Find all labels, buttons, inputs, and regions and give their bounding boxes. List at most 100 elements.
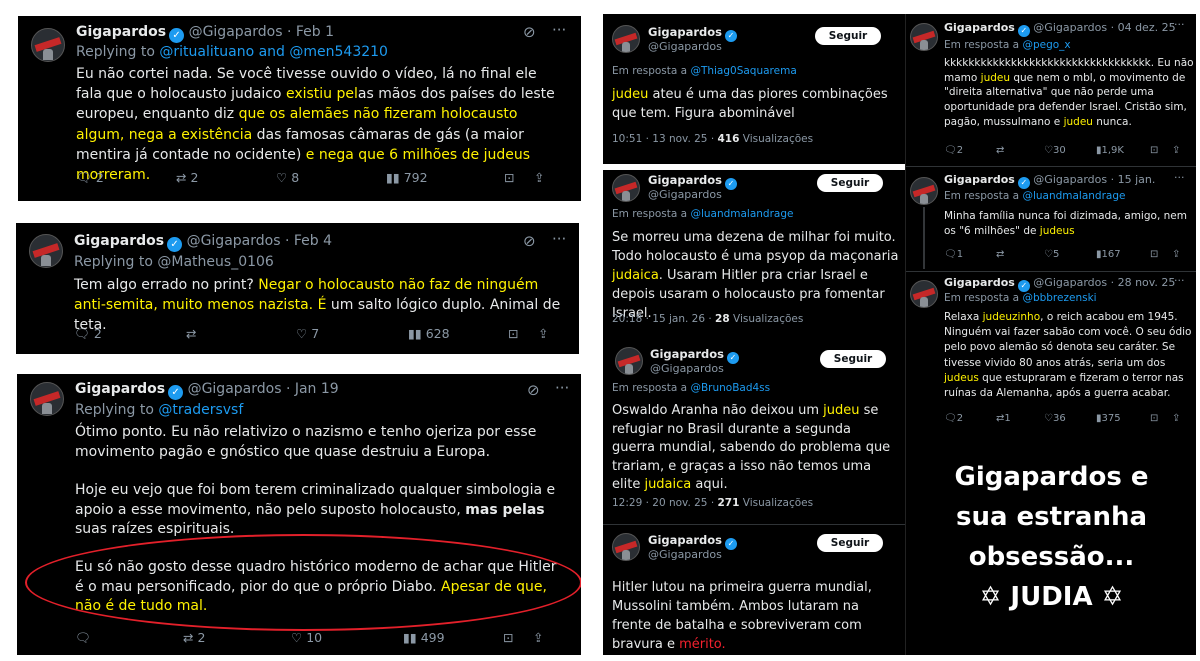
tweet-1[interactable]: Gigapardos ✓ @Gigapardos · Feb 1 ⊘ ··· Re… [18, 16, 581, 201]
display-name[interactable]: Gigapardos [944, 21, 1015, 34]
reply-button[interactable]: 🗨2 [944, 145, 996, 156]
more-icon[interactable]: ··· [1174, 171, 1185, 184]
like-button[interactable]: ♡5 [1044, 249, 1096, 260]
repost-button[interactable]: ⇄ [996, 145, 1044, 156]
follow-button[interactable]: Seguir [817, 174, 883, 192]
reply-button[interactable]: 🗨 2 [74, 326, 186, 342]
caption-line-3: obsessão... [968, 542, 1135, 572]
display-name[interactable]: Gigapardos [944, 173, 1015, 186]
display-name[interactable]: Gigapardos [648, 25, 722, 39]
mention-link[interactable]: @bbbrezenski [1022, 292, 1096, 304]
display-name[interactable]: Gigapardos [650, 347, 724, 361]
reply-button[interactable]: 🗨 2 [76, 170, 176, 186]
text-segment: suas raízes espirituais. [75, 521, 235, 537]
display-name[interactable]: Gigapardos [944, 276, 1015, 289]
views-count[interactable]: ▮375 [1096, 413, 1150, 424]
repost-button[interactable]: ⇄ 2 [176, 170, 276, 186]
views-count[interactable]: ▮1,9K [1096, 145, 1150, 156]
display-name[interactable]: Gigapardos [76, 24, 166, 40]
avatar[interactable] [612, 533, 640, 561]
mention-link[interactable]: @ritualituano and @men543210 [159, 44, 388, 60]
avatar[interactable] [29, 234, 63, 268]
repost-button[interactable]: ⇄ 2 [183, 630, 291, 646]
verified-badge-icon: ✓ [727, 352, 740, 364]
views-count[interactable]: ▮▮ 792 [386, 170, 504, 186]
share-icon[interactable]: ⇪ [1172, 145, 1180, 156]
repost-button[interactable]: ⇄1 [996, 413, 1044, 424]
right-tweet-2[interactable]: Gigapardos ✓ @Gigapardos · 15 jan. ··· Em… [906, 169, 1196, 269]
follow-button[interactable]: Seguir [815, 27, 881, 45]
share-icon[interactable]: ⇪ [1172, 413, 1180, 424]
more-icon[interactable]: ··· [552, 21, 566, 39]
display-name[interactable]: Gigapardos [75, 381, 165, 397]
more-icon[interactable]: ··· [555, 379, 569, 397]
verified-badge-icon: ✓ [1017, 280, 1030, 292]
like-button[interactable]: ♡ 10 [291, 630, 403, 646]
like-button[interactable]: ♡30 [1044, 145, 1096, 156]
avatar[interactable] [612, 174, 640, 202]
tweet-2[interactable]: Gigapardos ✓ @Gigapardos · Feb 4 ⊘ ··· Re… [16, 223, 579, 354]
grok-icon[interactable]: ⊘ [523, 23, 536, 41]
avatar[interactable] [31, 28, 65, 62]
handle-date: @Gigapardos · 15 jan. [1033, 173, 1156, 186]
avatar[interactable] [30, 382, 64, 416]
bookmark-icon[interactable]: ⊡ [1150, 145, 1172, 156]
bookmark-icon[interactable]: ⊡ [1150, 413, 1172, 424]
tweet-meta: 20:18 · 15 jan. 26 · 28 Visualizações [612, 313, 804, 325]
avatar[interactable] [612, 25, 640, 53]
follow-button[interactable]: Seguir [820, 350, 886, 368]
more-icon[interactable]: ··· [552, 230, 566, 248]
mid-tweet-2[interactable]: Gigapardos ✓ @Gigapardos Seguir Em respos… [603, 170, 905, 335]
grok-icon[interactable]: ⊘ [523, 232, 536, 250]
handle-date: @Gigapardos · Jan 19 [187, 381, 339, 397]
more-icon[interactable]: ··· [1174, 18, 1185, 31]
bookmark-icon[interactable]: ⊡ [508, 326, 538, 342]
share-icon[interactable]: ⇪ [534, 170, 544, 186]
display-name[interactable]: Gigapardos [74, 233, 164, 249]
like-button[interactable]: ♡36 [1044, 413, 1096, 424]
views-count[interactable]: ▮▮ 628 [408, 326, 508, 342]
right-tweet-1[interactable]: Gigapardos ✓ @Gigapardos · 04 dez. 25 ···… [906, 14, 1196, 164]
mention-link[interactable]: @luandmalandrage [1022, 190, 1125, 202]
replying-to: Em resposta a @BrunoBad4ss [612, 382, 771, 394]
repost-button[interactable]: ⇄ [186, 326, 296, 342]
like-button[interactable]: ♡ 8 [276, 170, 386, 186]
bookmark-icon[interactable]: ⊡ [503, 630, 533, 646]
display-name[interactable]: Gigapardos [648, 533, 722, 547]
tweet-3[interactable]: Gigapardos ✓ @Gigapardos · Jan 19 ⊘ ··· R… [17, 374, 581, 655]
red-text: mérito. [679, 637, 726, 652]
avatar[interactable] [910, 280, 938, 308]
mid-tweet-1[interactable]: Gigapardos ✓ @Gigapardos Seguir Em respos… [603, 14, 905, 164]
avatar[interactable] [615, 347, 643, 375]
mid-tweet-3[interactable]: Gigapardos ✓ @Gigapardos Seguir Em respos… [603, 341, 905, 524]
verified-badge-icon: ✓ [167, 237, 183, 252]
follow-button[interactable]: Seguir [817, 534, 883, 552]
right-tweet-3[interactable]: Gigapardos ✓ @Gigapardos · 28 nov. 25 ···… [906, 273, 1196, 433]
handle: @Gigapardos [650, 362, 724, 375]
mention-link[interactable]: @Thiag0Saquarema [690, 65, 796, 77]
views-count[interactable]: ▮167 [1096, 249, 1150, 260]
reply-button[interactable]: 🗨 [75, 630, 183, 646]
views-count[interactable]: ▮▮ 499 [403, 630, 503, 646]
reply-button[interactable]: 🗨1 [944, 249, 996, 260]
share-icon[interactable]: ⇪ [533, 630, 543, 646]
display-name[interactable]: Gigapardos [648, 173, 722, 187]
mention-link[interactable]: @pego_x [1022, 39, 1070, 51]
mention-link[interactable]: @tradersvsf [158, 402, 243, 418]
mention-link[interactable]: @luandmalandrage [690, 208, 793, 220]
mention-link[interactable]: @BrunoBad4ss [690, 382, 770, 394]
share-icon[interactable]: ⇪ [1172, 249, 1180, 260]
bookmark-icon[interactable]: ⊡ [1150, 249, 1172, 260]
mention-link[interactable]: @Matheus_0106 [157, 254, 273, 270]
share-icon[interactable]: ⇪ [538, 326, 548, 342]
avatar[interactable] [910, 23, 938, 51]
like-button[interactable]: ♡ 7 [296, 326, 408, 342]
mid-tweet-4[interactable]: Gigapardos ✓ @Gigapardos Seguir Hitler lu… [603, 526, 905, 655]
more-icon[interactable]: ··· [1174, 274, 1185, 287]
grok-icon[interactable]: ⊘ [527, 381, 540, 399]
replying-to: Em resposta a @Thiag0Saquarema [612, 65, 797, 77]
bookmark-icon[interactable]: ⊡ [504, 170, 534, 186]
reply-button[interactable]: 🗨2 [944, 413, 996, 424]
repost-button[interactable]: ⇄ [996, 249, 1044, 260]
avatar[interactable] [910, 177, 938, 205]
